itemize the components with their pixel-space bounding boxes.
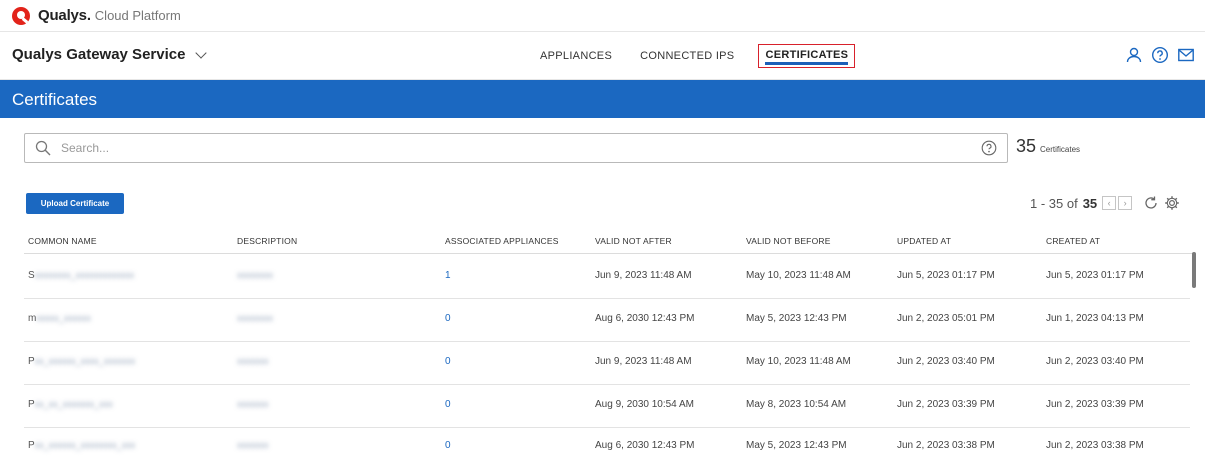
count-number: 35: [1016, 136, 1037, 156]
page-title: Certificates: [12, 90, 98, 109]
cell-valid-before: May 10, 2023 11:48 AM: [746, 356, 851, 367]
pager-total: 35: [1082, 195, 1098, 211]
brand-subtitle: Cloud Platform: [94, 8, 181, 23]
cell-created-at: Jun 1, 2023 04:13 PM: [1046, 313, 1144, 324]
cell-updated-at: Jun 2, 2023 05:01 PM: [897, 313, 995, 324]
cell-valid-after: Jun 9, 2023 11:48 AM: [595, 270, 692, 281]
col-created-at[interactable]: CREATED AT: [1046, 236, 1100, 246]
cell-description: xxxxxxxx: [237, 313, 273, 323]
pager-range: 1 - 35 of: [1030, 195, 1078, 211]
table-row[interactable]: Sxxxxxxxx_xxxxxxxxxxxxx xxxxxxxx 1 Jun 9…: [24, 256, 1190, 299]
table-scrollbar[interactable]: [1192, 252, 1196, 288]
col-associated-appliances[interactable]: ASSOCIATED APPLIANCES: [445, 236, 559, 246]
search-icon: [35, 140, 51, 156]
cell-updated-at: Jun 2, 2023 03:40 PM: [897, 356, 995, 367]
cell-description: xxxxxxx: [237, 356, 269, 366]
app-title: Qualys Gateway Service: [12, 46, 186, 63]
col-description[interactable]: DESCRIPTION: [237, 236, 297, 246]
cell-valid-before: May 5, 2023 12:43 PM: [746, 313, 847, 324]
help-circle-icon[interactable]: [1151, 46, 1169, 64]
cell-updated-at: Jun 2, 2023 03:38 PM: [897, 440, 995, 451]
cell-appliances-link[interactable]: 0: [445, 440, 451, 451]
cell-appliances-link[interactable]: 0: [445, 399, 451, 410]
cell-valid-after: Aug 6, 2030 12:43 PM: [595, 440, 695, 451]
user-icon[interactable]: [1125, 46, 1143, 64]
col-common-name[interactable]: COMMON NAME: [28, 236, 97, 246]
pagination: 1 - 35 of 35 ‹ ›: [1030, 193, 1180, 213]
cell-common-name: mxxxxx_xxxxxx: [28, 313, 91, 324]
cell-description: xxxxxxxx: [237, 270, 273, 280]
cell-common-name: Sxxxxxxxx_xxxxxxxxxxxxx: [28, 270, 135, 281]
table-row[interactable]: Pxx_xx_xxxxxxx_xxx xxxxxxx 0 Aug 9, 2030…: [24, 385, 1190, 428]
cell-valid-before: May 10, 2023 11:48 AM: [746, 270, 851, 281]
cell-description: xxxxxxx: [237, 399, 269, 409]
brand-name: Qualys.: [38, 7, 91, 24]
cell-created-at: Jun 5, 2023 01:17 PM: [1046, 270, 1144, 281]
cell-common-name: Pxx_xxxxxx_xxxx_xxxxxxx: [28, 356, 136, 367]
page-banner: Certificates: [0, 80, 1205, 118]
tab-certificates[interactable]: CERTIFICATES: [758, 44, 856, 68]
cell-valid-before: May 8, 2023 10:54 AM: [746, 399, 847, 410]
qualys-logo-icon: [12, 6, 30, 25]
cell-created-at: Jun 2, 2023 03:39 PM: [1046, 399, 1144, 410]
cell-valid-after: Jun 9, 2023 11:48 AM: [595, 356, 692, 367]
gear-icon[interactable]: [1164, 195, 1180, 211]
cell-description: xxxxxxx: [237, 440, 269, 450]
search-help-icon[interactable]: [981, 140, 997, 156]
refresh-icon[interactable]: [1143, 195, 1159, 211]
table-header: COMMON NAME DESCRIPTION ASSOCIATED APPLI…: [24, 230, 1194, 254]
cell-created-at: Jun 2, 2023 03:40 PM: [1046, 356, 1144, 367]
search-input[interactable]: [61, 138, 961, 158]
count-label: Certificates: [1040, 145, 1081, 154]
cell-common-name: Pxx_xx_xxxxxxx_xxx: [28, 399, 113, 410]
table-row[interactable]: Pxx_xxxxxx_xxxxxxxx_xxx xxxxxxx 0 Aug 6,…: [24, 426, 1190, 469]
cell-appliances-link[interactable]: 0: [445, 313, 451, 324]
cell-valid-before: May 5, 2023 12:43 PM: [746, 440, 847, 451]
chevron-down-icon: [195, 46, 208, 59]
col-updated-at[interactable]: UPDATED AT: [897, 236, 951, 246]
app-switcher[interactable]: Qualys Gateway Service: [12, 46, 208, 63]
cell-created-at: Jun 2, 2023 03:38 PM: [1046, 440, 1144, 451]
tab-connected-ips[interactable]: CONNECTED IPS: [636, 46, 738, 66]
next-page-button[interactable]: ›: [1118, 196, 1133, 210]
cell-appliances-link[interactable]: 1: [445, 270, 451, 281]
cell-valid-after: Aug 6, 2030 12:43 PM: [595, 313, 695, 324]
table-row[interactable]: mxxxxx_xxxxxx xxxxxxxx 0 Aug 6, 2030 12:…: [24, 299, 1190, 342]
cell-updated-at: Jun 2, 2023 03:39 PM: [897, 399, 995, 410]
cell-common-name: Pxx_xxxxxx_xxxxxxxx_xxx: [28, 440, 136, 451]
mail-icon[interactable]: [1177, 46, 1195, 64]
app-header: Qualys Gateway Service APPLIANCES CONNEC…: [0, 32, 1205, 80]
tab-appliances[interactable]: APPLIANCES: [536, 46, 616, 66]
upload-certificate-button[interactable]: Upload Certificate: [26, 193, 124, 214]
cell-updated-at: Jun 5, 2023 01:17 PM: [897, 270, 995, 281]
top-brand-bar: Qualys. Cloud Platform: [0, 0, 1205, 32]
prev-page-button[interactable]: ‹: [1102, 196, 1117, 210]
cell-valid-after: Aug 9, 2030 10:54 AM: [595, 399, 694, 410]
col-valid-not-before[interactable]: VALID NOT BEFORE: [746, 236, 831, 246]
table-row[interactable]: Pxx_xxxxxx_xxxx_xxxxxxx xxxxxxx 0 Jun 9,…: [24, 342, 1190, 385]
search-box: [24, 133, 1008, 163]
col-valid-not-after[interactable]: VALID NOT AFTER: [595, 236, 672, 246]
cell-appliances-link[interactable]: 0: [445, 356, 451, 367]
header-icons: [1125, 46, 1195, 64]
main-nav: APPLIANCES CONNECTED IPS CERTIFICATES: [536, 32, 856, 80]
certificate-count: 35 Certificates: [1016, 136, 1080, 157]
